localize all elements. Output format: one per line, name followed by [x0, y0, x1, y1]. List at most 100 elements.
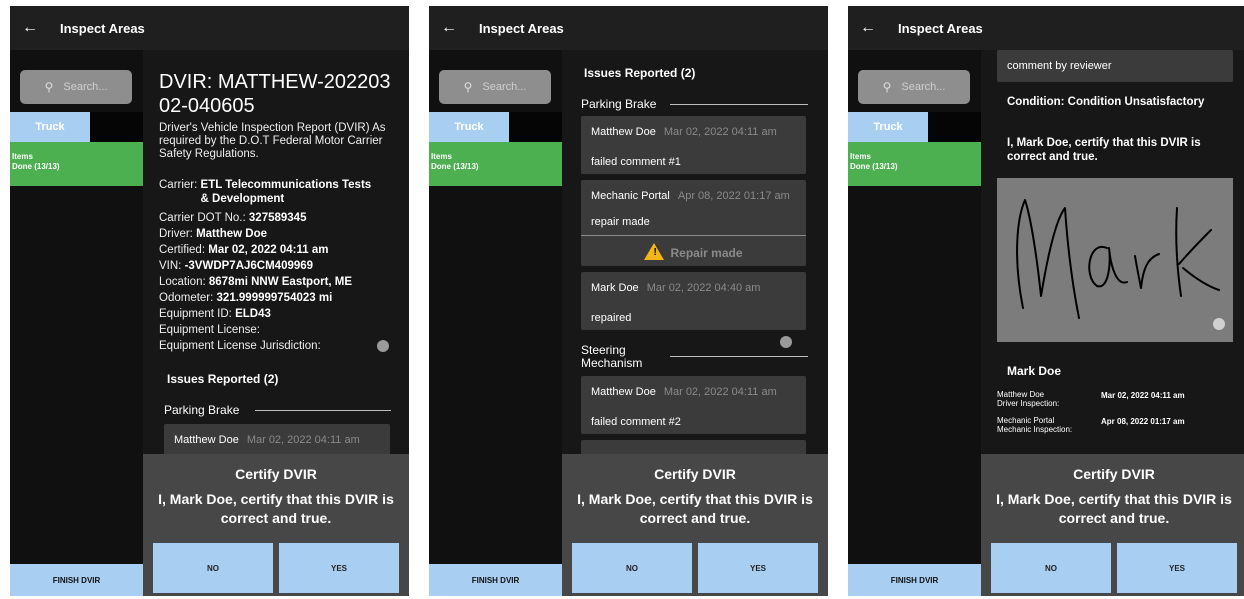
page-title: Inspect Areas	[898, 20, 983, 36]
detail-carrier: Carrier: ETL Telecommunications Tests & …	[159, 179, 372, 205]
search-input[interactable]: ⚲ Search...	[20, 70, 132, 104]
screen-issues: ← Inspect Areas ⚲ Search... Truck Items …	[429, 6, 828, 596]
yes-button[interactable]: YES	[1117, 543, 1237, 593]
page-title: Inspect Areas	[60, 20, 145, 36]
search-input[interactable]: ⚲ Search...	[858, 70, 970, 104]
tab-row: Truck	[10, 112, 143, 142]
signature-pad[interactable]	[997, 178, 1233, 342]
finish-dvir-button[interactable]: FINISH DVIR	[848, 564, 981, 596]
sidebar-item-items[interactable]: Items Done (13/13)	[10, 142, 143, 186]
certify-panel: Certify DVIR I, Mark Doe, certify that t…	[981, 454, 1244, 596]
issue-author: Matthew Doe Mar 02, 2022 04:11 am	[174, 434, 360, 446]
issue-card-partial	[581, 440, 806, 454]
category-parking-brake: Parking Brake	[164, 403, 240, 417]
detail-license-jurisdiction: Equipment License Jurisdiction:	[159, 340, 321, 352]
detail-vin: VIN: -3VWDP7AJ6CM409969	[159, 260, 314, 272]
no-button[interactable]: NO	[572, 543, 692, 593]
items-label: Items	[12, 152, 33, 161]
search-icon: ⚲	[44, 80, 54, 94]
items-status: Done (13/13)	[12, 162, 60, 171]
search-placeholder: Search...	[63, 81, 108, 93]
repair-message: repair made	[591, 216, 650, 228]
issues-content: Issues Reported (2) Parking Brake Matthe…	[562, 50, 828, 454]
toggle-knob[interactable]	[780, 336, 792, 348]
dvir-description: Driver's Vehicle Inspection Report (DVIR…	[159, 122, 386, 160]
yes-button[interactable]: YES	[698, 543, 818, 593]
yes-button[interactable]: YES	[279, 543, 399, 593]
certify-text: I, Mark Doe, certify that this DVIR is c…	[577, 491, 813, 526]
search-input[interactable]: ⚲ Search...	[439, 70, 551, 104]
detail-location: Location: 8678mi NNW Eastport, ME	[159, 276, 353, 288]
issues-heading: Issues Reported (2)	[584, 66, 696, 80]
sidebar: ⚲ Search... Truck Items Done (13/13) FIN…	[848, 50, 981, 596]
tab-truck[interactable]: Truck	[429, 112, 509, 142]
tab-row: Truck	[429, 112, 562, 142]
certify-panel: Certify DVIR I, Mark Doe, certify that t…	[143, 454, 409, 596]
search-placeholder: Search...	[482, 81, 527, 93]
condition-text: Condition: Condition Unsatisfactory	[1007, 96, 1205, 108]
search-icon: ⚲	[882, 80, 892, 94]
certify-panel: Certify DVIR I, Mark Doe, certify that t…	[562, 454, 828, 596]
items-label: Items	[431, 152, 452, 161]
certify-title: Certify DVIR	[235, 466, 317, 482]
reviewer-comment-card: comment by reviewer	[997, 50, 1233, 82]
app-bar: ← Inspect Areas	[429, 6, 828, 50]
back-arrow-icon[interactable]: ←	[429, 19, 469, 37]
finish-dvir-button[interactable]: FINISH DVIR	[10, 564, 143, 596]
repair-status: ! Repair made	[581, 240, 806, 260]
detail-equipment-id: Equipment ID: ELD43	[159, 308, 271, 320]
divider	[670, 104, 808, 105]
issue-author: Mark Doe Mar 02, 2022 04:40 am	[591, 282, 761, 294]
back-arrow-icon[interactable]: ←	[848, 19, 888, 37]
tab-truck[interactable]: Truck	[10, 112, 90, 142]
issue-author: Matthew Doe Mar 02, 2022 04:11 am	[591, 126, 777, 138]
items-status: Done (13/13)	[431, 162, 479, 171]
items-status: Done (13/13)	[850, 162, 898, 171]
tab-row: Truck	[848, 112, 981, 142]
finish-dvir-button[interactable]: FINISH DVIR	[429, 564, 562, 596]
divider	[670, 356, 808, 357]
issue-message: failed comment #1	[591, 156, 681, 168]
issue-message: failed comment #2	[591, 416, 681, 428]
dvir-heading: DVIR: MATTHEW-20220302-040605	[159, 71, 391, 117]
sidebar: ⚲ Search... Truck Items Done (13/13) FIN…	[10, 50, 143, 596]
no-button[interactable]: NO	[153, 543, 273, 593]
sidebar-item-items[interactable]: Items Done (13/13)	[429, 142, 562, 186]
sidebar: ⚲ Search... Truck Items Done (13/13) FIN…	[429, 50, 562, 596]
driver-inspection-label: Matthew Doe Driver Inspection:	[997, 390, 1060, 408]
issue-card: Matthew Doe Mar 02, 2022 04:11 am	[164, 424, 390, 454]
divider	[255, 410, 391, 411]
signature-toggle-knob[interactable]	[1213, 318, 1225, 330]
reviewer-comment: comment by reviewer	[1007, 60, 1112, 72]
app-bar: ← Inspect Areas	[848, 6, 1244, 50]
no-button[interactable]: NO	[991, 543, 1111, 593]
repair-author: Mechanic Portal Apr 08, 2022 01:17 am	[591, 190, 790, 202]
search-placeholder: Search...	[901, 81, 946, 93]
detail-certified: Certified: Mar 02, 2022 04:11 am	[159, 244, 329, 256]
mechanic-inspection-label: Mechanic Portal Mechanic Inspection:	[997, 416, 1073, 434]
tab-truck[interactable]: Truck	[848, 112, 928, 142]
page-title: Inspect Areas	[479, 20, 564, 36]
tab-empty	[509, 112, 562, 142]
screen-signature: ← Inspect Areas ⚲ Search... Truck Items …	[848, 6, 1244, 596]
signature-content: comment by reviewer Condition: Condition…	[981, 50, 1244, 454]
signature-drawing	[1016, 199, 1220, 319]
app-bar: ← Inspect Areas	[10, 6, 409, 50]
driver-inspection-time: Mar 02, 2022 04:11 am	[1101, 391, 1185, 400]
issue-card: Matthew Doe Mar 02, 2022 04:11 am failed …	[581, 376, 806, 434]
sidebar-item-items[interactable]: Items Done (13/13)	[848, 142, 981, 186]
warning-icon: !	[644, 243, 665, 260]
detail-equipment-license: Equipment License:	[159, 324, 261, 336]
issue-card: Mark Doe Mar 02, 2022 04:40 am repaired	[581, 272, 806, 330]
detail-driver: Driver: Matthew Doe	[159, 228, 267, 240]
search-icon: ⚲	[463, 80, 473, 94]
back-arrow-icon[interactable]: ←	[10, 19, 50, 37]
dvir-content: DVIR: MATTHEW-20220302-040605 Driver's V…	[143, 50, 409, 454]
toggle-knob[interactable]	[377, 340, 389, 352]
certify-statement: I, Mark Doe, certify that this DVIR is c…	[1007, 137, 1201, 163]
mechanic-inspection-time: Apr 08, 2022 01:17 am	[1101, 417, 1185, 426]
issue-card: Matthew Doe Mar 02, 2022 04:11 am failed …	[581, 116, 806, 174]
issue-author: Matthew Doe Mar 02, 2022 04:11 am	[591, 386, 777, 398]
items-label: Items	[850, 152, 871, 161]
detail-dot: Carrier DOT No.: 327589345	[159, 212, 307, 224]
